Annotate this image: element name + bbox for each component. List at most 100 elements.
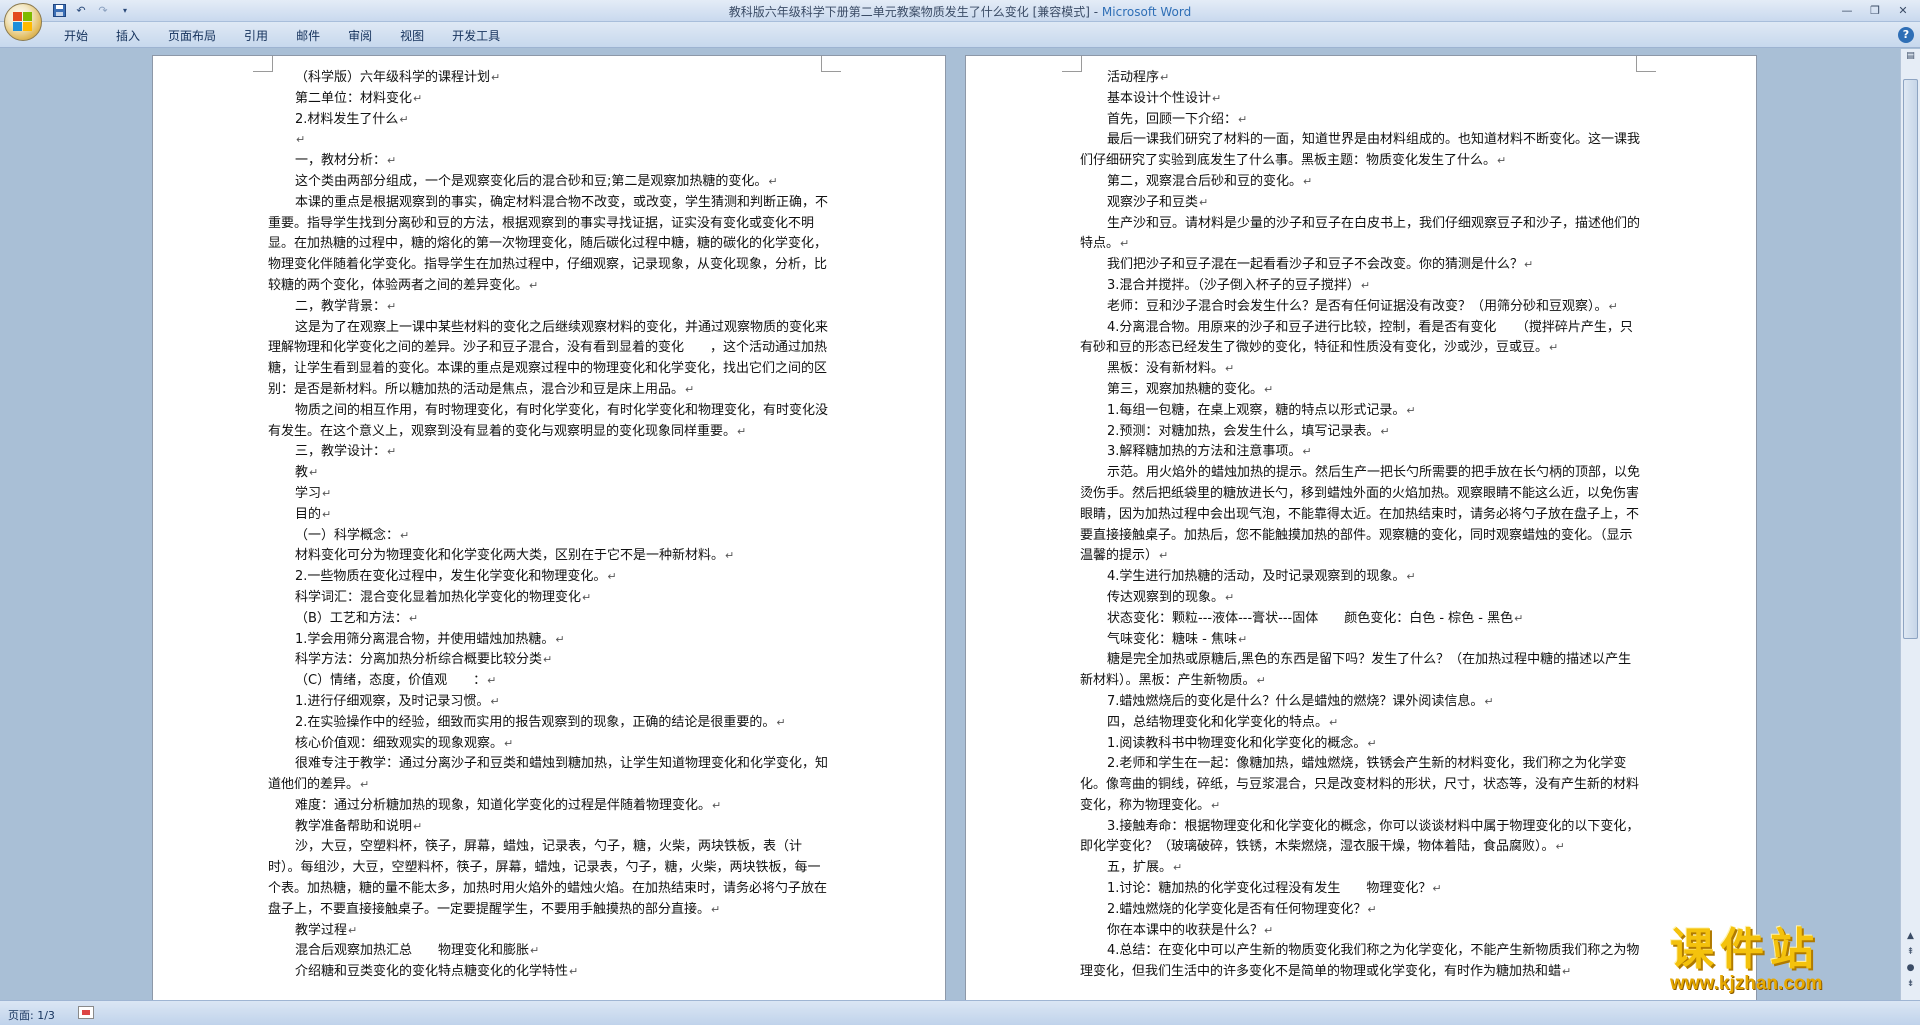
document-paragraph[interactable]: 1.每组一包糖，在桌上观察，糖的特点以形式记录。↵: [1080, 401, 1643, 422]
document-paragraph[interactable]: 4.分离混合物。用原来的沙子和豆子进行比较，控制，看是否有变化 （搅拌碎片产生，…: [1080, 318, 1643, 360]
minimize-icon[interactable]: —: [1834, 2, 1860, 19]
vertical-scrollbar[interactable]: ▤ ▲ ⇞ ● ⇟: [1900, 49, 1920, 1000]
document-paragraph[interactable]: 1.讨论：糖加热的化学变化过程没有发生 物理变化？↵: [1080, 879, 1643, 900]
document-paragraph[interactable]: 难度：通过分析糖加热的现象，知道化学变化的过程是伴随着物理变化。↵: [268, 796, 833, 817]
tab-developer[interactable]: 开发工具: [438, 27, 514, 45]
document-paragraph[interactable]: 混合后观察加热汇总 物理变化和膨胀↵: [268, 941, 833, 962]
document-paragraph[interactable]: 科学词汇：混合变化显着加热化学变化的物理变化↵: [268, 588, 833, 609]
document-paragraph[interactable]: 3.接触寿命：根据物理变化和化学变化的概念，你可以谈谈材料中属于物理变化的以下变…: [1080, 817, 1643, 859]
tab-page-layout[interactable]: 页面布局: [154, 27, 230, 45]
document-paragraph[interactable]: 状态变化：颗粒---液体---膏状---固体 颜色变化：白色 - 棕色 - 黑色…: [1080, 609, 1643, 630]
document-paragraph[interactable]: 示范。用火焰外的蜡烛加热的提示。然后生产一把长勺所需要的把手放在长勺柄的顶部，以…: [1080, 463, 1643, 567]
document-paragraph[interactable]: （B）工艺和方法：↵: [268, 609, 833, 630]
document-paragraph[interactable]: 我们把沙子和豆子混在一起看看沙子和豆子不会改变。你的猜测是什么？↵: [1080, 255, 1643, 276]
document-paragraph[interactable]: （科学版）六年级科学的课程计划↵: [268, 68, 833, 89]
paragraph-text: 二，教学背景：: [295, 298, 387, 314]
document-paragraph[interactable]: 一，教材分析：↵: [268, 151, 833, 172]
paragraph-mark-icon: ↵: [1484, 694, 1494, 708]
select-browse-object-icon[interactable]: ●: [1903, 961, 1918, 975]
document-paragraph[interactable]: 生产沙和豆。请材料是少量的沙子和豆子在白皮书上，我们仔细观察豆子和沙子，描述他们…: [1080, 214, 1643, 256]
help-icon[interactable]: ?: [1898, 27, 1914, 43]
document-paragraph[interactable]: 气味变化：糖味 - 焦味↵: [1080, 630, 1643, 651]
document-paragraph[interactable]: 7.蜡烛燃烧后的变化是什么？什么是蜡烛的燃烧？课外阅读信息。↵: [1080, 692, 1643, 713]
document-paragraph[interactable]: 目的↵: [268, 505, 833, 526]
document-paragraph[interactable]: 五，扩展。↵: [1080, 858, 1643, 879]
document-paragraph[interactable]: 教↵: [268, 463, 833, 484]
document-paragraph[interactable]: ↵: [268, 130, 833, 151]
document-paragraph[interactable]: 本课的重点是根据观察到的事实，确定材料混合物不改变，或改变，学生猜测和判断正确，…: [268, 193, 833, 297]
tab-home[interactable]: 开始: [50, 27, 102, 45]
document-paragraph[interactable]: 3.解释糖加热的方法和注意事项。↵: [1080, 442, 1643, 463]
document-paragraph[interactable]: 观察沙子和豆类↵: [1080, 193, 1643, 214]
document-paragraph[interactable]: 3.混合并搅拌。（沙子倒入杯子的豆子搅拌）↵: [1080, 276, 1643, 297]
paragraph-text: 观察沙子和豆类: [1107, 194, 1199, 210]
office-button[interactable]: [4, 3, 42, 41]
document-paragraph[interactable]: （C）情绪，态度，价值观 ：↵: [268, 671, 833, 692]
document-paragraph[interactable]: 4.学生进行加热糖的活动，及时记录观察到的现象。↵: [1080, 567, 1643, 588]
document-paragraph[interactable]: 传达观察到的现象。↵: [1080, 588, 1643, 609]
document-paragraph[interactable]: 第二单位：材料变化↵: [268, 89, 833, 110]
document-paragraph[interactable]: 老师：豆和沙子混合时会发生什么？是否有任何证据没有改变？（用筛分砂和豆观察）。↵: [1080, 297, 1643, 318]
scroll-up-icon[interactable]: ▲: [1903, 929, 1918, 943]
tab-review[interactable]: 审阅: [334, 27, 386, 45]
document-paragraph[interactable]: 第三，观察加热糖的变化。↵: [1080, 380, 1643, 401]
paragraph-mark-icon: ↵: [399, 112, 409, 126]
paragraph-text: 介绍糖和豆类变化的变化特点糖变化的化学特性: [295, 964, 569, 980]
document-paragraph[interactable]: 这个类由两部分组成，一个是观察变化后的混合砂和豆;第二是观察加热糖的变化。↵: [268, 172, 833, 193]
document-paragraph[interactable]: 最后一课我们研究了材料的一面，知道世界是由材料组成的。也知道材料不断变化。这一课…: [1080, 130, 1643, 172]
previous-page-icon[interactable]: ⇞: [1903, 945, 1918, 959]
ruler-toggle-icon[interactable]: ▤: [1903, 51, 1918, 65]
scrollbar-thumb[interactable]: [1903, 79, 1918, 639]
document-paragraph[interactable]: 学习↵: [268, 484, 833, 505]
document-paragraph[interactable]: 沙，大豆，空塑料杯，筷子，屏幕，蜡烛，记录表，勺子，糖，火柴，两块铁板，表（计时…: [268, 837, 833, 920]
document-paragraph[interactable]: 糖是完全加热或原糖后,黑色的东西是留下吗？发生了什么？（在加热过程中糖的描述以产…: [1080, 650, 1643, 692]
paragraph-mark-icon: ↵: [1524, 258, 1534, 272]
document-paragraph[interactable]: 教学过程↵: [268, 921, 833, 942]
document-paragraph[interactable]: 二，教学背景：↵: [268, 297, 833, 318]
document-paragraph[interactable]: 教学准备帮助和说明↵: [268, 817, 833, 838]
page-count[interactable]: 页面: 1/3: [8, 1007, 55, 1023]
maximize-icon[interactable]: ❐: [1862, 2, 1888, 19]
document-paragraph[interactable]: 活动程序↵: [1080, 68, 1643, 89]
page-text-left[interactable]: （科学版）六年级科学的课程计划↵ 第二单位：材料变化↵ 2.材料发生了什么↵ ↵ 一，教…: [268, 68, 833, 983]
document-paragraph[interactable]: 4.总结：在变化中可以产生新的物质变化我们称之为化学变化，不能产生新物质我们称之…: [1080, 941, 1643, 983]
document-paragraph[interactable]: 这是为了在观察上一课中某些材料的变化之后继续观察材料的变化，并通过观察物质的变化…: [268, 318, 833, 401]
document-paragraph[interactable]: 科学方法：分离加热分析综合概要比较分类↵: [268, 650, 833, 671]
document-paragraph[interactable]: 2.预测：对糖加热，会发生什么，填写记录表。↵: [1080, 422, 1643, 443]
document-paragraph[interactable]: 1.学会用筛分离混合物，并使用蜡烛加热糖。↵: [268, 630, 833, 651]
paragraph-mark-icon: ↵: [400, 528, 410, 542]
tab-view[interactable]: 视图: [386, 27, 438, 45]
document-paragraph[interactable]: 介绍糖和豆类变化的变化特点糖变化的化学特性↵: [268, 962, 833, 983]
document-paragraph[interactable]: 三，教学设计：↵: [268, 442, 833, 463]
paragraph-text: 我们把沙子和豆子混在一起看看沙子和豆子不会改变。你的猜测是什么？: [1107, 257, 1524, 273]
document-paragraph[interactable]: 2.一些物质在变化过程中，发生化学变化和物理变化。↵: [268, 567, 833, 588]
document-paragraph[interactable]: 2.蜡烛燃烧的化学变化是否有任何物理变化？↵: [1080, 900, 1643, 921]
document-paragraph[interactable]: 很难专注于教学：通过分离沙子和豆类和蜡烛到糖加热，让学生知道物理变化和化学变化，…: [268, 754, 833, 796]
tab-references[interactable]: 引用: [230, 27, 282, 45]
title-bar: ↶ ↷ ▾ 教科版六年级科学下册第二单元教案物质发生了什么变化 [兼容模式] -…: [0, 0, 1920, 22]
tab-insert[interactable]: 插入: [102, 27, 154, 45]
document-paragraph[interactable]: 基本设计个性设计↵: [1080, 89, 1643, 110]
proofing-icon[interactable]: [78, 1006, 94, 1019]
paragraph-mark-icon: ↵: [1406, 570, 1416, 584]
document-paragraph[interactable]: 首先，回顾一下介绍：↵: [1080, 110, 1643, 131]
next-page-icon[interactable]: ⇟: [1903, 977, 1918, 991]
document-paragraph[interactable]: 物质之间的相互作用，有时物理变化，有时化学变化，有时化学变化和物理变化，有时变化…: [268, 401, 833, 443]
document-paragraph[interactable]: 第二，观察混合后砂和豆的变化。↵: [1080, 172, 1643, 193]
paragraph-mark-icon: ↵: [529, 278, 539, 292]
document-paragraph[interactable]: 2.在实验操作中的经验，细致而实用的报告观察到的现象，正确的结论是很重要的。↵: [268, 713, 833, 734]
document-paragraph[interactable]: （一）科学概念：↵: [268, 526, 833, 547]
document-paragraph[interactable]: 1.进行仔细观察，及时记录习惯。↵: [268, 692, 833, 713]
page-text-right[interactable]: 活动程序↵ 基本设计个性设计↵ 首先，回顾一下介绍：↵ 最后一课我们研究了材料的一面，…: [1080, 68, 1643, 983]
document-paragraph[interactable]: 1.阅读教科书中物理变化和化学变化的概念。↵: [1080, 734, 1643, 755]
document-paragraph[interactable]: 你在本课中的收获是什么？↵: [1080, 921, 1643, 942]
document-paragraph[interactable]: 2.材料发生了什么↵: [268, 110, 833, 131]
document-paragraph[interactable]: 黑板：没有新材料。↵: [1080, 359, 1643, 380]
tab-mailings[interactable]: 邮件: [282, 27, 334, 45]
document-paragraph[interactable]: 材料变化可分为物理变化和化学变化两大类，区别在于它不是一种新材料。↵: [268, 546, 833, 567]
document-paragraph[interactable]: 四，总结物理变化和化学变化的特点。↵: [1080, 713, 1643, 734]
close-icon[interactable]: ✕: [1890, 2, 1916, 19]
document-paragraph[interactable]: 2.老师和学生在一起：像糖加热，蜡烛燃烧，铁锈会产生新的材料变化，我们称之为化学…: [1080, 754, 1643, 816]
document-paragraph[interactable]: 核心价值观：细致观实的现象观察。↵: [268, 734, 833, 755]
paragraph-text: 最后一课我们研究了材料的一面，知道世界是由材料组成的。也知道材料不断变化。这一课…: [1080, 132, 1641, 169]
